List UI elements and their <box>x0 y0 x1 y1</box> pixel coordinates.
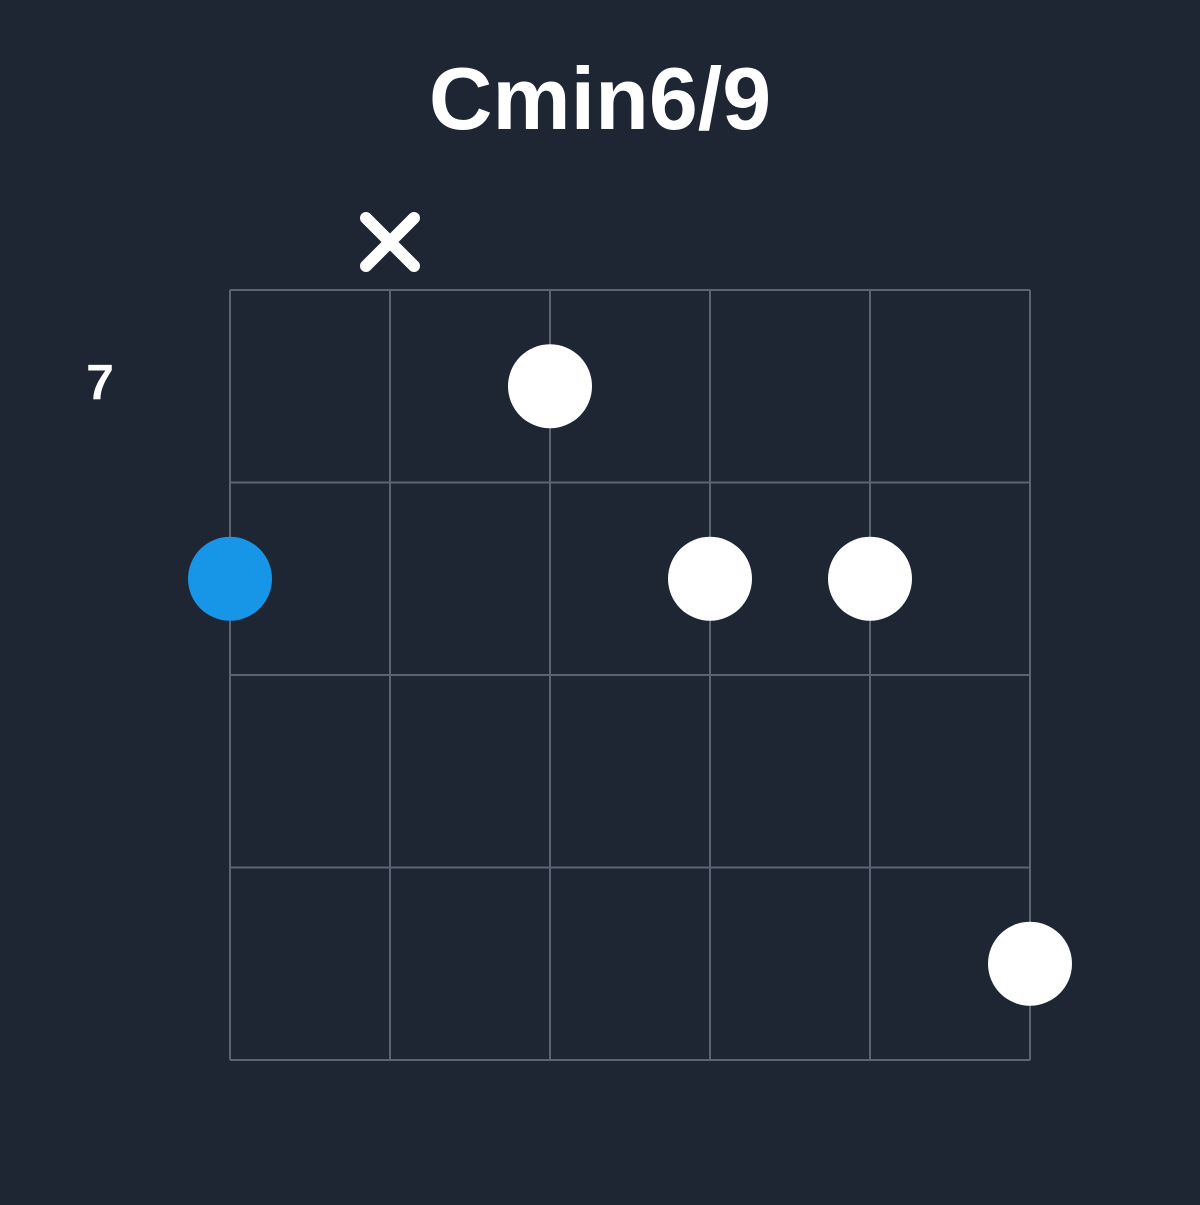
chord-diagram-container: 7 <box>0 0 1200 1205</box>
finger-dot <box>988 922 1072 1006</box>
finger-dot <box>668 537 752 621</box>
start-fret-label: 7 <box>86 354 114 410</box>
finger-dot <box>508 344 592 428</box>
chord-diagram-svg: 7 <box>0 0 1200 1200</box>
finger-dot <box>828 537 912 621</box>
root-note-dot <box>188 537 272 621</box>
